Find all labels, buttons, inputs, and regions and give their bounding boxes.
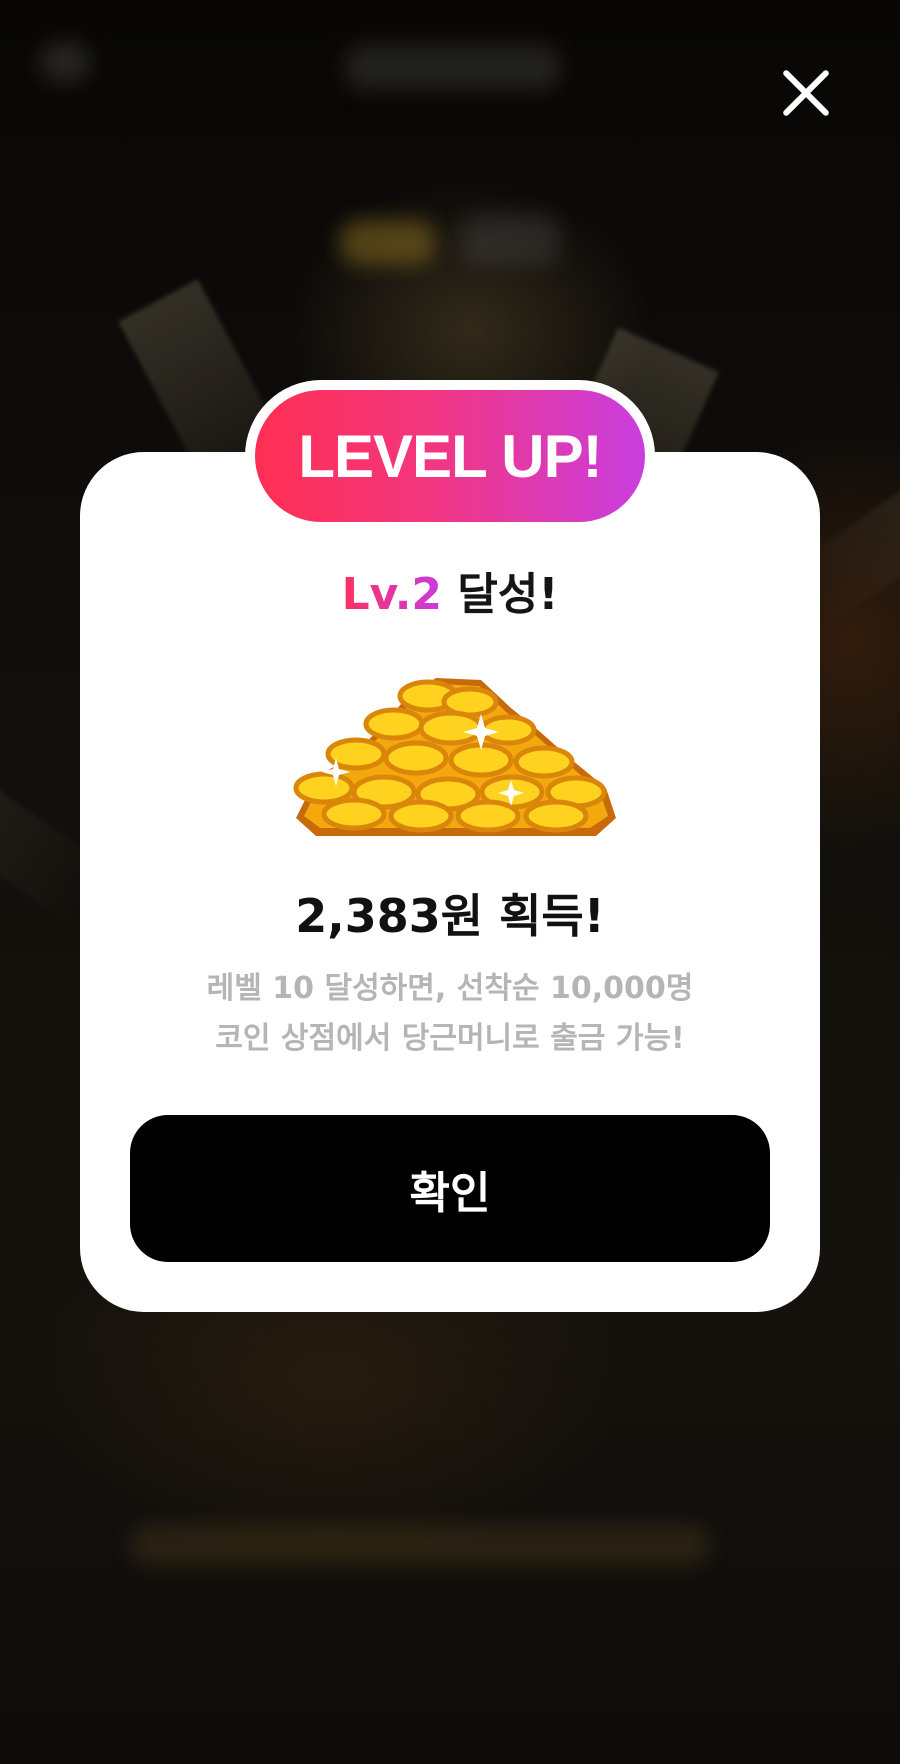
level-up-badge-fill: LEVEL UP! xyxy=(255,390,645,522)
description-line-2: 코인 상점에서 당근머니로 출금 가능! xyxy=(215,1021,685,1056)
description-line-1: 레벨 10 달성하면, 선착순 10,000명 xyxy=(206,971,694,1006)
close-icon[interactable] xyxy=(780,67,832,119)
gold-coin-pile-icon xyxy=(293,678,616,836)
blurred-coin-icon xyxy=(340,220,435,265)
reward-amount-text: 2,383원 획득! xyxy=(295,889,605,943)
blurred-header-title xyxy=(345,45,560,90)
blurred-back-icon xyxy=(40,42,90,82)
level-number: Lv.2 xyxy=(341,569,443,620)
level-achieved-suffix: 달성! xyxy=(442,569,559,620)
level-up-badge-text: LEVEL UP! xyxy=(298,422,602,490)
level-achieved-title: Lv.2 달성! xyxy=(0,558,900,622)
blurred-bottom-element xyxy=(130,1525,710,1565)
confirm-button[interactable]: 확인 xyxy=(130,1115,770,1262)
level-up-badge: LEVEL UP! xyxy=(245,380,655,532)
blurred-coin-count xyxy=(460,215,560,265)
